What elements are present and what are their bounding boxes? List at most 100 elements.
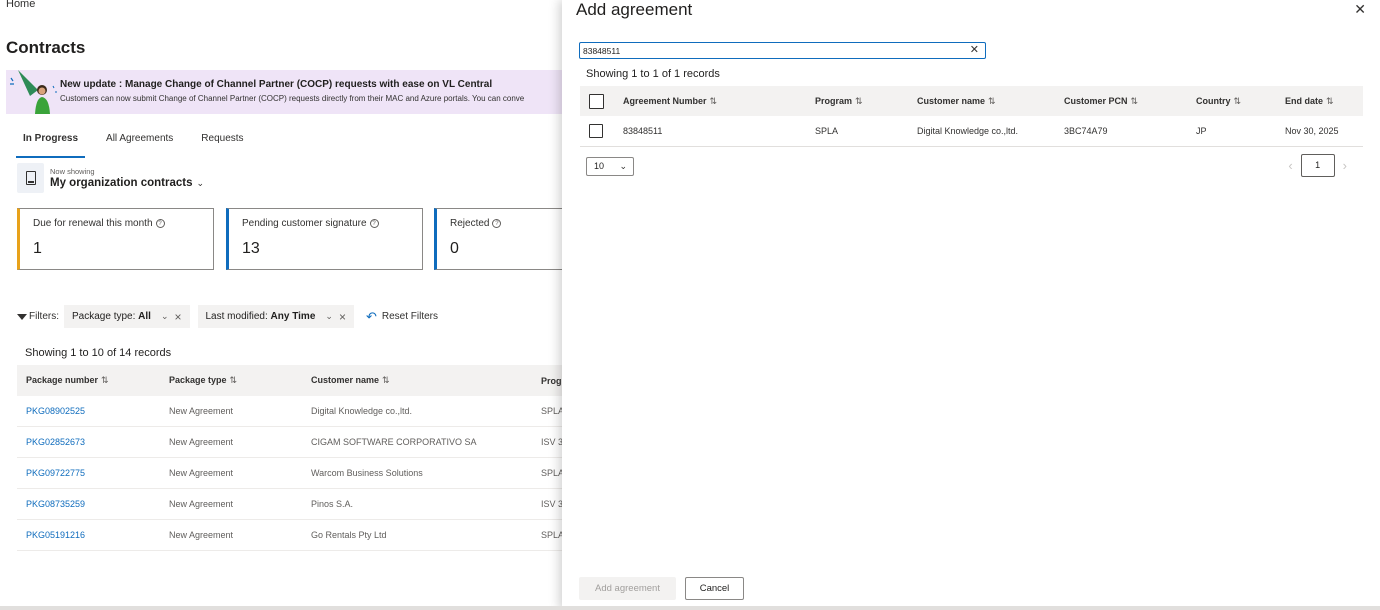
program: ISV 3 (541, 437, 562, 447)
package-link[interactable]: PKG08735259 (17, 499, 160, 509)
info-icon[interactable]: ? (369, 218, 379, 228)
tab-requests[interactable]: Requests (194, 128, 250, 158)
stat-card-renewal[interactable]: Due for renewal this month? 1 (17, 208, 214, 270)
package-type-filter[interactable]: Package type: All ⌄ × (64, 305, 190, 328)
chevron-down-icon[interactable]: ⌄ (197, 178, 205, 188)
panel-title: Add agreement (576, 0, 693, 19)
close-icon[interactable]: ✕ (1354, 1, 1366, 18)
banner-title: New update : Manage Change of Channel Pa… (60, 79, 493, 90)
update-banner: New update : Manage Change of Channel Pa… (6, 70, 562, 114)
column-header[interactable]: Package type ⇅ (160, 375, 302, 386)
stat-value: 1 (33, 240, 42, 257)
stat-label: Rejected (450, 218, 490, 229)
agreement-search-box[interactable]: ✕ (579, 42, 986, 59)
filter-name: Last modified: (205, 311, 268, 322)
chevron-down-icon[interactable]: ⌄ (161, 311, 169, 322)
column-header[interactable]: Prog (532, 376, 562, 386)
column-header[interactable]: Agreement Number ⇅ (614, 96, 806, 107)
sort-icon: ⇅ (855, 95, 863, 106)
column-header[interactable]: End date ⇅ (1276, 96, 1363, 107)
view-value[interactable]: My organization contracts (50, 177, 193, 189)
program: SPLA (541, 530, 562, 540)
info-icon[interactable]: ? (155, 218, 165, 228)
page-number-input[interactable]: 1 (1300, 154, 1335, 177)
package-type: New Agreement (169, 468, 234, 478)
filter-name: Package type: (72, 311, 136, 322)
stat-value: 0 (450, 240, 459, 257)
close-icon[interactable]: × (174, 310, 181, 324)
table-header: Agreement Number ⇅ Program ⇅ Customer name… (580, 86, 1363, 116)
package-link[interactable]: PKG08902525 (17, 406, 160, 416)
package-link[interactable]: PKG02852673 (17, 437, 160, 447)
page-size-value: 10 (594, 161, 605, 171)
stat-card-rejected[interactable]: Rejected? 0 (434, 208, 562, 270)
filters-label: Filters: (29, 311, 59, 322)
chevron-left-icon[interactable]: ‹ (1288, 158, 1292, 173)
table-row[interactable]: 83848511 SPLA Digital Knowledge co.,ltd.… (580, 116, 1363, 147)
last-modified-filter[interactable]: Last modified: Any Time ⌄ × (197, 305, 354, 328)
chevron-down-icon[interactable]: ⌄ (325, 311, 333, 322)
agreement-number: 83848511 (623, 126, 663, 136)
column-header[interactable]: Package number ⇅ (17, 375, 160, 386)
column-header[interactable]: Customer name ⇅ (302, 375, 532, 386)
table-row: PKG09722775 New Agreement Warcom Busines… (17, 458, 562, 489)
package-type: New Agreement (169, 437, 234, 447)
page-size-dropdown[interactable]: 10 ⌄ (586, 157, 634, 176)
info-icon[interactable]: ? (492, 218, 502, 228)
column-header[interactable]: Customer PCN ⇅ (1055, 96, 1187, 107)
breadcrumb[interactable]: Home (6, 0, 35, 10)
chevron-right-icon[interactable]: › (1343, 158, 1347, 173)
view-selector[interactable]: Now showing My organization contracts ⌄ (17, 163, 204, 193)
package-type: New Agreement (169, 499, 234, 509)
close-icon[interactable]: × (339, 310, 346, 324)
stat-value: 13 (242, 240, 260, 257)
sort-icon: ⇅ (229, 375, 238, 385)
sort-icon: ⇅ (1326, 95, 1334, 106)
column-header[interactable]: Country ⇅ (1187, 96, 1276, 107)
reset-filters-button[interactable]: ↶ Reset Filters (366, 309, 438, 325)
filter-value: All (138, 311, 151, 322)
table-row: PKG02852673 New Agreement CIGAM SOFTWARE… (17, 427, 562, 458)
package-link[interactable]: PKG05191216 (17, 530, 160, 540)
program: SPLA (541, 468, 562, 478)
now-showing-label: Now showing (50, 167, 95, 176)
sort-icon: ⇅ (1130, 95, 1139, 106)
table-row: PKG08902525 New Agreement Digital Knowle… (17, 396, 562, 427)
banner-text: Customers can now submit Change of Chann… (60, 94, 525, 103)
banner-illustration (10, 70, 57, 114)
contract-tabs: In Progress All Agreements Requests (16, 128, 265, 158)
packages-table: Package number ⇅ Package type ⇅ Customer n… (17, 365, 562, 551)
program: SPLA (541, 406, 562, 416)
contracts-page: Home Contracts New update : Manage Chang… (0, 0, 562, 610)
customer-name: Pinos S.A. (311, 499, 354, 509)
tab-in-progress[interactable]: In Progress (16, 128, 86, 158)
stat-card-pending[interactable]: Pending customer signature? 13 (226, 208, 423, 270)
sort-icon: ⇅ (988, 95, 996, 106)
customer-name: Warcom Business Solutions (311, 468, 423, 478)
table-header: Package number ⇅ Package type ⇅ Customer n… (17, 365, 562, 396)
package-type: New Agreement (169, 530, 234, 540)
agreement-search-input[interactable] (583, 44, 953, 57)
tab-all-agreements[interactable]: All Agreements (99, 128, 180, 158)
package-link[interactable]: PKG09722775 (17, 468, 160, 478)
column-header[interactable]: Program ⇅ (806, 96, 908, 107)
customer-name: Digital Knowledge co.,ltd. (311, 406, 413, 416)
stat-label: Due for renewal this month (33, 218, 153, 229)
program: ISV 3 (541, 499, 562, 509)
column-header[interactable]: Customer name ⇅ (908, 96, 1055, 107)
program: SPLA (815, 126, 839, 136)
country: JP (1196, 126, 1207, 136)
reset-label: Reset Filters (381, 311, 438, 322)
agreements-table: Agreement Number ⇅ Program ⇅ Customer name… (580, 86, 1363, 147)
page-title: Contracts (6, 38, 86, 57)
customer-pcn: 3BC74A79 (1064, 126, 1108, 136)
filter-bar: Filters: Package type: All ⌄ × Last modi… (17, 305, 438, 328)
row-checkbox[interactable] (589, 124, 603, 138)
customer-name: Go Rentals Pty Ltd (311, 530, 387, 540)
bottom-scrollbar[interactable] (0, 606, 1380, 610)
select-all-checkbox[interactable] (589, 93, 604, 109)
add-agreement-button[interactable]: Add agreement (579, 577, 676, 600)
cancel-button[interactable]: Cancel (685, 577, 744, 600)
clear-icon[interactable]: ✕ (970, 43, 979, 56)
table-row: PKG08735259 New Agreement Pinos S.A. ISV… (17, 489, 562, 520)
